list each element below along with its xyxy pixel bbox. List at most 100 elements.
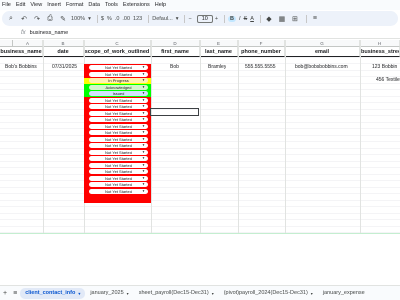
menu-file[interactable]: File [2,0,11,10]
cell-date[interactable]: 07/31/2025 [52,64,77,71]
header-last-name[interactable]: last_name [200,47,238,57]
status-dropdown-chip[interactable]: Not Yet Started ▼ [89,117,148,122]
header-date[interactable]: date [43,47,84,57]
font-family-select[interactable]: Defaul... [152,16,172,22]
status-dropdown-chip[interactable]: Not Yet Started ▼ [89,97,148,103]
text-color-button[interactable]: A [250,16,254,22]
menu-edit[interactable]: Edit [16,0,25,10]
percent-format-button[interactable]: % [107,16,112,22]
chevron-down-icon: ▼ [142,84,145,89]
menu-help[interactable]: Help [155,0,166,10]
status-dropdown-chip[interactable]: Not Yet Started ▼ [89,65,148,70]
status-dropdown-chip[interactable]: Not Yet Started ▼ [89,169,148,174]
column-header-e[interactable]: E [200,40,238,47]
cell-phone-number[interactable]: 555.555.5555 [245,64,276,71]
chevron-down-icon: ▼ [142,182,145,186]
status-dropdown-chip[interactable]: Not Yet Started ▼ [89,149,148,155]
font-size-input[interactable]: 10 [196,14,213,23]
currency-format-button[interactable]: $ [101,16,104,22]
header-scope-of-work[interactable]: scope_of_work_outlined [84,47,151,57]
all-sheets-button[interactable]: ≡ [13,290,17,297]
sheet-tab-january-expense[interactable]: january_expense [318,288,370,299]
chevron-down-icon[interactable]: ▾ [311,288,313,299]
formula-input[interactable]: business_name [30,30,69,36]
cell-first-name[interactable]: Bob [170,64,179,71]
font-size-decrease-button[interactable]: − [188,16,191,22]
decrease-decimal-button[interactable]: .0 [115,16,120,22]
sheet-tab-sheet-payroll[interactable]: sheet_payroll(Dec15-Dec31) ▾ [134,288,219,299]
status-dropdown-chip[interactable]: Not Yet Started ▼ [89,130,148,135]
status-dropdown-chip[interactable]: Not Yet Started ▼ [89,182,148,187]
fx-icon: fx [21,30,26,36]
menu-data[interactable]: Data [88,0,100,10]
bold-button[interactable]: B [228,15,237,22]
print-icon[interactable]: ⎙ [45,14,55,24]
column-header-a[interactable]: A [13,40,43,47]
cell-business-street[interactable]: 123 Bobbin [372,64,397,71]
status-dropdown-chip[interactable]: Not Yet Started ▼ [89,143,148,148]
status-dropdown-chip[interactable]: Not Yet Started ▼ [89,162,148,168]
menu-format[interactable]: Format [66,0,83,10]
search-icon[interactable]: ⌕ [6,14,16,24]
chevron-down-icon[interactable]: ▾ [212,288,214,299]
menu-view[interactable]: View [30,0,42,10]
redo-icon[interactable]: ↷ [32,14,42,24]
status-dropdown-chip[interactable]: Issued ▼ [89,91,148,96]
borders-icon[interactable]: ▦ [277,14,287,24]
zoom-select[interactable]: 100% [71,16,85,22]
undo-icon[interactable]: ↶ [19,14,29,24]
chevron-down-icon: ▼ [142,188,145,193]
chevron-down-icon: ▼ [142,162,145,167]
chevron-down-icon[interactable]: ▾ [127,288,129,299]
status-dropdown-chip[interactable]: Not Yet Started ▼ [89,110,148,116]
header-business-name[interactable]: business_name [0,47,43,57]
status-dropdown-chip[interactable]: Not Yet Started ▼ [89,175,148,181]
menu-tools[interactable]: Tools [105,0,118,10]
font-size-increase-button[interactable]: + [215,16,218,22]
select-all-corner[interactable] [0,40,13,47]
font-dropdown-icon[interactable]: ▾ [176,16,179,22]
status-dropdown-chip[interactable]: In Progress ▼ [89,78,148,83]
grid-divider [238,40,239,233]
add-sheet-button[interactable]: + [3,290,7,297]
italic-button[interactable]: I [239,16,241,22]
strikethrough-button[interactable]: S [244,16,248,22]
status-label: Not Yet Started [105,188,132,194]
cell-business-street-2[interactable]: 456 Textile [376,77,400,84]
status-dropdown-chip[interactable]: Acknowledged ▼ [89,84,148,90]
status-dropdown-chip[interactable]: Not Yet Started ▼ [89,156,148,161]
status-dropdown-chip[interactable]: Not Yet Started ▼ [89,123,148,129]
column-header-b[interactable]: B [43,40,84,47]
column-header-c[interactable]: C [84,40,151,47]
menu-extensions[interactable]: Extensions [123,0,150,10]
chevron-down-icon[interactable]: ▾ [78,288,80,299]
toolbar: ⌕ ↶ ↷ ⎙ ✎ 100% ▾ $ % .0 .00 123 Defaul..… [2,11,398,26]
increase-decimal-button[interactable]: .00 [122,16,130,22]
paint-format-icon[interactable]: ✎ [58,14,68,24]
fill-color-icon[interactable]: ◆ [264,14,274,24]
sheet-tab-client-contact-info[interactable]: client_contact_info ▾ [20,287,86,299]
status-dropdown-chip[interactable]: Not Yet Started ▼ [89,188,148,194]
cell-email[interactable]: bob@bobsbobbins.com [295,64,348,71]
align-icon[interactable]: ≡ [310,14,320,24]
menu-insert[interactable]: Insert [47,0,61,10]
sheet-tab-january-2025[interactable]: january_2025 ▾ [85,288,133,299]
column-header-g[interactable]: G [285,40,360,47]
merge-cells-icon[interactable]: ⊞ [290,14,300,24]
zoom-dropdown-icon[interactable]: ▾ [88,16,91,22]
header-email[interactable]: email [285,47,360,57]
status-label: Not Yet Started [105,110,132,116]
column-header-h[interactable]: H [360,40,400,47]
sheet-tab-pivot-payroll[interactable]: (pivot)payroll_2024(Dec15-Dec31) ▾ [219,288,318,299]
column-header-f[interactable]: F [238,40,285,47]
cell-business-name[interactable]: Bob's Bobbins [5,64,37,71]
header-first-name[interactable]: first_name [151,47,200,57]
header-business-street[interactable]: business_street [360,47,400,57]
status-dropdown-chip[interactable]: Not Yet Started ▼ [89,136,148,142]
column-header-d[interactable]: D [151,40,200,47]
number-format-button[interactable]: 123 [133,16,142,22]
status-dropdown-chip[interactable]: Not Yet Started ▼ [89,71,148,77]
status-dropdown-chip[interactable]: Not Yet Started ▼ [89,104,148,109]
cell-last-name[interactable]: Bramley [208,64,226,71]
header-phone-number[interactable]: phone_number [238,47,285,57]
